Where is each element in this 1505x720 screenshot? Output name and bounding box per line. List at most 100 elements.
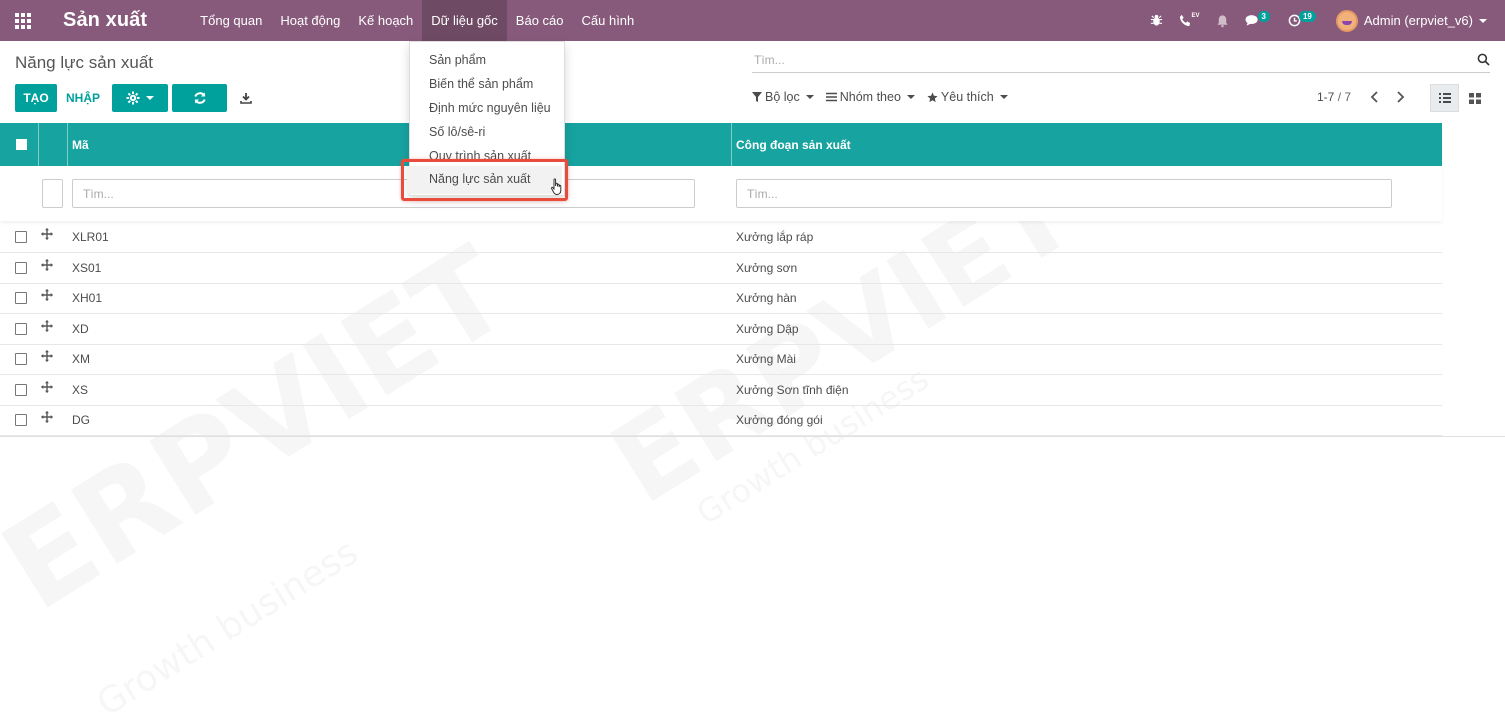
groupby-dropdown[interactable]: Nhóm theo xyxy=(825,90,915,104)
user-label: Admin (erpviet_v6) xyxy=(1363,13,1473,28)
cell-code: XH01 xyxy=(72,291,103,305)
search-icon[interactable] xyxy=(1477,53,1490,66)
cell-code: XS01 xyxy=(72,260,102,275)
import-button[interactable]: NHẬP xyxy=(61,84,105,112)
drag-handle-icon[interactable] xyxy=(41,228,53,240)
action-gear-button[interactable] xyxy=(112,84,168,112)
table-row[interactable]: XLR01 Xưởng lắp ráp xyxy=(0,222,1442,253)
top-navbar: Sản xuất Tổng quan Hoạt động Kế hoạch Dữ… xyxy=(0,0,1505,41)
activities-badge: 19 xyxy=(1298,11,1316,22)
phone-ev-icon[interactable]: EV xyxy=(1171,0,1208,41)
caret-down-icon xyxy=(999,95,1008,99)
cell-code: XS xyxy=(72,382,89,397)
drag-handle-icon[interactable] xyxy=(41,411,53,423)
row-checkbox[interactable] xyxy=(15,353,27,365)
row-checkbox[interactable] xyxy=(15,261,27,274)
cell-stage: Xưởng Sơn tĩnh điện xyxy=(736,382,849,397)
row-checkbox[interactable] xyxy=(15,322,27,335)
bars-icon xyxy=(825,92,837,102)
drag-handle-icon[interactable] xyxy=(41,350,53,362)
cell-stage: Xưởng đóng gói xyxy=(736,413,823,427)
menu-du-lieu-goc[interactable]: Dữ liệu gốc xyxy=(422,0,507,41)
drag-handle-icon[interactable] xyxy=(41,289,53,301)
page-title: Năng lực sản xuất xyxy=(15,53,154,72)
refresh-button[interactable] xyxy=(172,84,227,112)
table-row[interactable]: XS01 Xưởng sơn xyxy=(0,253,1442,284)
cell-code: XM xyxy=(72,352,90,366)
table-row[interactable]: XM Xưởng Mài xyxy=(0,344,1442,375)
dropdown-item-dinh-muc[interactable]: Định mức nguyên liệu xyxy=(429,101,551,115)
row-checkbox[interactable] xyxy=(15,292,27,304)
user-menu[interactable]: Admin (erpviet_v6) xyxy=(1326,9,1505,32)
list-icon xyxy=(1438,93,1451,103)
groupby-label: Nhóm theo xyxy=(839,90,901,104)
download-button[interactable] xyxy=(235,84,257,112)
drag-handle-icon[interactable] xyxy=(41,319,53,332)
filter-label: Bộ lọc xyxy=(765,90,800,104)
column-header-cong-doan[interactable]: Công đoạn sản xuất xyxy=(736,123,851,166)
row-checkbox[interactable] xyxy=(15,231,27,243)
drag-handle-icon[interactable] xyxy=(41,380,53,393)
cell-code: XLR01 xyxy=(72,230,109,244)
cell-stage: Xưởng hàn xyxy=(736,291,797,305)
dropdown-item-bien-the[interactable]: Biến thể sản phẩm xyxy=(429,77,533,91)
ev-label: EV xyxy=(1191,12,1200,19)
favorites-label: Yêu thích xyxy=(940,90,994,104)
caret-down-icon xyxy=(1479,18,1487,23)
pager-total: / 7 xyxy=(1337,90,1352,104)
cell-stage: Xưởng sơn xyxy=(736,260,798,275)
menu-tong-quan[interactable]: Tổng quan xyxy=(191,0,271,41)
menu-cau-hinh[interactable]: Cấu hình xyxy=(573,0,644,41)
gear-icon xyxy=(126,91,140,105)
dropdown-item-so-lo[interactable]: Số lô/sê-ri xyxy=(429,125,485,139)
table-bottom-divider xyxy=(0,436,1505,437)
table-row[interactable]: XD Xưởng Dập xyxy=(0,314,1442,345)
table-row[interactable]: XS Xưởng Sơn tĩnh điện xyxy=(0,375,1442,406)
table-row[interactable]: DG Xưởng đóng gói xyxy=(0,405,1442,436)
caret-down-icon xyxy=(906,95,915,99)
messages-icon[interactable]: 3 xyxy=(1237,0,1280,41)
bell-icon[interactable] xyxy=(1208,0,1237,41)
highlight-frame xyxy=(401,159,568,201)
chevron-right-icon[interactable] xyxy=(1392,88,1408,106)
filter-input-cong-doan[interactable]: Tìm... xyxy=(736,179,1392,208)
chevron-left-icon[interactable] xyxy=(1367,88,1383,106)
funnel-icon xyxy=(752,92,762,102)
debug-bug-icon[interactable] xyxy=(1142,0,1171,41)
table-row[interactable]: XH01 Xưởng hàn xyxy=(0,283,1442,314)
pager: 1-7 / 7 xyxy=(1317,90,1351,104)
row-checkbox[interactable] xyxy=(15,414,27,426)
kanban-icon xyxy=(1468,92,1481,104)
drag-handle-icon[interactable] xyxy=(41,258,53,271)
filter-dropdown[interactable]: Bộ lọc xyxy=(752,90,814,104)
pager-value[interactable]: 1-7 xyxy=(1317,90,1334,104)
hand-cursor-icon xyxy=(551,178,562,195)
filter-input-ma[interactable]: Tìm... xyxy=(72,179,695,208)
cell-code: DG xyxy=(72,413,90,427)
list-view-button[interactable] xyxy=(1430,84,1459,112)
apps-menu-icon[interactable] xyxy=(0,0,46,41)
select-all-checkbox[interactable] xyxy=(16,139,27,150)
menu-bao-cao[interactable]: Báo cáo xyxy=(507,0,573,41)
watermark-tagline: Growth business xyxy=(90,532,365,720)
column-header-ma[interactable]: Mã xyxy=(72,123,89,166)
menu-ke-hoach[interactable]: Kế hoạch xyxy=(349,0,422,41)
search-input[interactable] xyxy=(752,50,1452,70)
dropdown-item-san-pham[interactable]: Sản phẩm xyxy=(429,53,486,67)
favorites-dropdown[interactable]: Yêu thích xyxy=(927,90,1008,104)
refresh-icon xyxy=(193,92,206,104)
search-options: Bộ lọc Nhóm theo Yêu thích xyxy=(752,90,1020,104)
kanban-view-button[interactable] xyxy=(1460,84,1489,112)
create-button[interactable]: TẠO xyxy=(15,84,57,112)
cell-stage: Xưởng Mài xyxy=(736,352,796,366)
menu-hoat-dong[interactable]: Hoạt động xyxy=(271,0,349,41)
column-filter-row: Tìm... Tìm... xyxy=(0,166,1442,221)
download-icon xyxy=(240,93,252,104)
cell-stage: Xưởng lắp ráp xyxy=(736,230,814,244)
cell-code: XD xyxy=(72,321,89,336)
search-box xyxy=(752,50,1490,73)
caret-down-icon xyxy=(146,96,154,100)
activities-clock-icon[interactable]: 19 xyxy=(1280,0,1326,41)
cell-stage: Xưởng Dập xyxy=(736,321,799,336)
row-checkbox[interactable] xyxy=(15,383,27,396)
